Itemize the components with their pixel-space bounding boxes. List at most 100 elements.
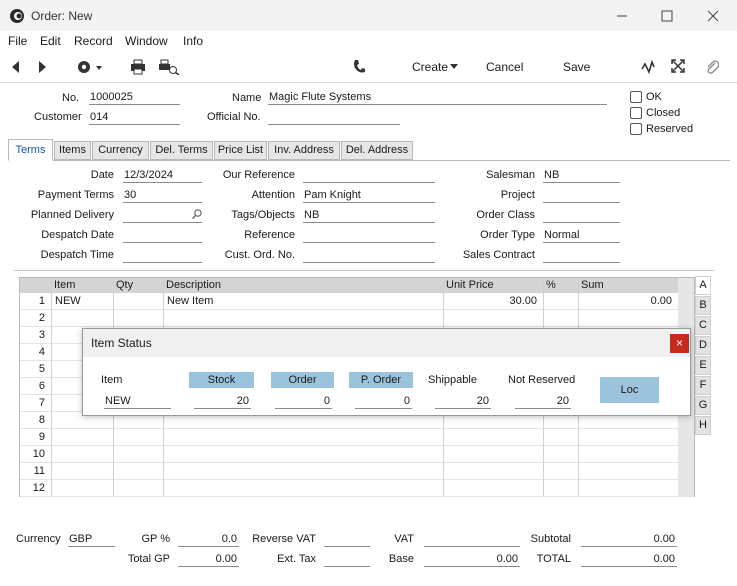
cell-sum[interactable] <box>578 310 678 327</box>
project-field[interactable] <box>543 188 620 203</box>
cell-item[interactable] <box>51 480 113 497</box>
close-window-button[interactable] <box>703 6 723 26</box>
our-reference-field[interactable] <box>303 168 435 183</box>
cell-qty[interactable] <box>113 429 163 446</box>
customer-field[interactable]: 014 <box>89 110 180 125</box>
minimize-button[interactable] <box>612 6 632 26</box>
side-tab-f[interactable]: F <box>695 376 711 395</box>
tab-terms[interactable]: Terms <box>8 139 53 161</box>
cell-percent[interactable] <box>543 310 578 327</box>
cell-description[interactable] <box>163 480 443 497</box>
name-field[interactable]: Magic Flute Systems <box>268 90 607 105</box>
tags-objects-field[interactable]: NB <box>303 208 435 223</box>
order-class-field[interactable] <box>543 208 620 223</box>
cust-ord-no-field[interactable] <box>303 248 435 263</box>
cancel-button[interactable]: Cancel <box>486 60 523 74</box>
order-button[interactable]: Order <box>271 372 334 388</box>
despatch-time-field[interactable] <box>123 248 202 263</box>
cell-percent[interactable] <box>543 446 578 463</box>
cell-description[interactable] <box>163 429 443 446</box>
table-row[interactable]: 2 <box>20 310 694 327</box>
cell-item[interactable] <box>51 429 113 446</box>
side-tab-c[interactable]: C <box>695 316 711 335</box>
cell-sum[interactable] <box>578 429 678 446</box>
despatch-date-field[interactable] <box>123 228 202 243</box>
attention-field[interactable]: Pam Knight <box>303 188 435 203</box>
reserved-checkbox[interactable] <box>630 123 642 135</box>
menu-window[interactable]: Window <box>125 34 168 48</box>
cell-qty[interactable] <box>113 446 163 463</box>
stock-button[interactable]: Stock <box>189 372 254 388</box>
maximize-button[interactable] <box>657 6 677 26</box>
cell-item[interactable] <box>51 463 113 480</box>
activity-icon[interactable] <box>641 60 655 74</box>
cell-unit-price[interactable] <box>443 480 543 497</box>
cell-item[interactable] <box>51 310 113 327</box>
table-row[interactable]: 1 NEW New Item 30.00 0.00 <box>20 293 694 310</box>
side-tab-a[interactable]: A <box>695 276 711 295</box>
tab-price-list[interactable]: Price List <box>214 141 267 160</box>
cell-sum[interactable]: 0.00 <box>578 293 678 310</box>
attachment-icon[interactable] <box>705 59 719 75</box>
popup-close-button[interactable]: × <box>670 334 689 353</box>
tab-currency[interactable]: Currency <box>92 141 149 160</box>
table-row[interactable]: 11 <box>20 463 694 480</box>
cell-sum[interactable] <box>578 463 678 480</box>
cell-description[interactable]: New Item <box>163 293 443 310</box>
cell-item[interactable]: NEW <box>51 293 113 310</box>
cell-unit-price[interactable] <box>443 310 543 327</box>
popup-item-field[interactable]: NEW <box>104 394 171 409</box>
p-order-button[interactable]: P. Order <box>349 372 413 388</box>
side-tab-b[interactable]: B <box>695 296 711 315</box>
print-preview-icon[interactable] <box>158 59 180 75</box>
side-tab-e[interactable]: E <box>695 356 711 375</box>
tab-items[interactable]: Items <box>54 141 91 160</box>
cell-qty[interactable] <box>113 480 163 497</box>
cell-description[interactable] <box>163 446 443 463</box>
cell-qty[interactable] <box>113 293 163 310</box>
print-icon[interactable] <box>130 59 146 75</box>
cell-unit-price[interactable] <box>443 446 543 463</box>
cell-unit-price[interactable] <box>443 463 543 480</box>
loc-button[interactable]: Loc <box>600 377 659 403</box>
create-button[interactable]: Create <box>412 60 448 74</box>
table-row[interactable]: 10 <box>20 446 694 463</box>
reference-field[interactable] <box>303 228 435 243</box>
cell-percent[interactable] <box>543 429 578 446</box>
cell-sum[interactable] <box>578 446 678 463</box>
sales-contract-field[interactable] <box>543 248 620 263</box>
side-tab-h[interactable]: H <box>695 416 711 435</box>
no-field[interactable]: 1000025 <box>89 90 180 105</box>
chevron-down-icon[interactable] <box>450 64 459 70</box>
next-record-icon[interactable] <box>36 60 48 74</box>
menu-info[interactable]: Info <box>183 34 203 48</box>
phone-icon[interactable] <box>352 59 366 75</box>
cell-description[interactable] <box>163 310 443 327</box>
expand-icon[interactable] <box>671 59 685 73</box>
order-type-field[interactable]: Normal <box>543 228 620 243</box>
cell-item[interactable] <box>51 446 113 463</box>
table-row[interactable]: 12 <box>20 480 694 497</box>
closed-checkbox[interactable] <box>630 107 642 119</box>
save-button[interactable]: Save <box>563 60 590 74</box>
official-no-field[interactable] <box>268 110 400 125</box>
table-row[interactable]: 9 <box>20 429 694 446</box>
tab-del-address[interactable]: Del. Address <box>341 141 413 160</box>
cell-unit-price[interactable] <box>443 429 543 446</box>
currency-field[interactable]: GBP <box>68 532 115 547</box>
payment-terms-field[interactable]: 30 <box>123 188 202 203</box>
gear-icon[interactable] <box>76 58 104 76</box>
cell-percent[interactable] <box>543 463 578 480</box>
cell-percent[interactable] <box>543 480 578 497</box>
side-tab-g[interactable]: G <box>695 396 711 415</box>
menu-edit[interactable]: Edit <box>40 34 61 48</box>
side-tab-d[interactable]: D <box>695 336 711 355</box>
menu-record[interactable]: Record <box>74 34 113 48</box>
salesman-field[interactable]: NB <box>543 168 620 183</box>
cell-percent[interactable] <box>543 293 578 310</box>
cell-description[interactable] <box>163 463 443 480</box>
tab-del-terms[interactable]: Del. Terms <box>150 141 213 160</box>
cell-sum[interactable] <box>578 480 678 497</box>
ok-checkbox[interactable] <box>630 91 642 103</box>
cell-qty[interactable] <box>113 463 163 480</box>
